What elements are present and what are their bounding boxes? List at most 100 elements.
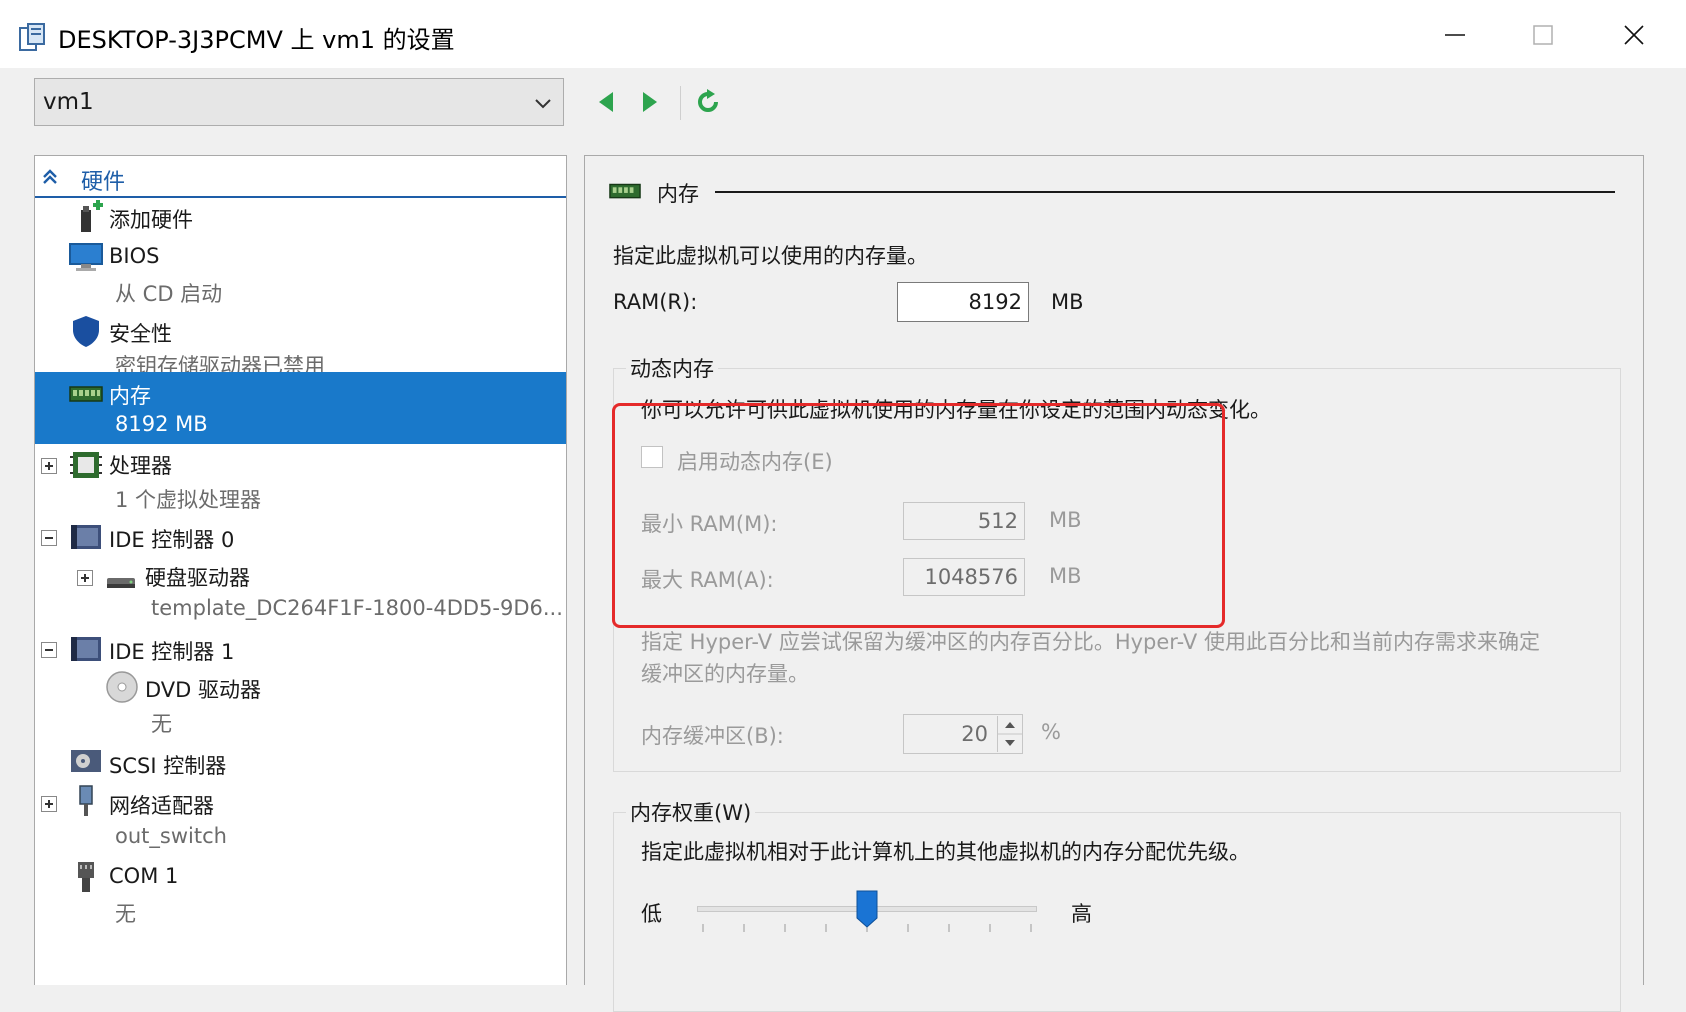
- tree-item-sub: 无: [115, 902, 136, 926]
- tree-header-hardware[interactable]: 硬件: [35, 156, 566, 198]
- dynamic-memory-caption: 动态内存: [626, 353, 718, 383]
- tree-header-label: 硬件: [81, 170, 126, 195]
- collapse-up-icon: [43, 169, 57, 184]
- tree-item-network-adapter[interactable]: 网络适配器 out_switch: [35, 782, 566, 856]
- buffer-spinner-arrows[interactable]: [997, 716, 1022, 752]
- ram-input[interactable]: 8192: [897, 282, 1029, 322]
- refresh-button[interactable]: [690, 84, 726, 120]
- weight-high-label: 高: [1071, 902, 1092, 926]
- ide-controller-icon: [71, 637, 101, 661]
- network-adapter-icon: [79, 785, 93, 816]
- tree-item-memory[interactable]: 内存 8192 MB: [35, 372, 566, 444]
- tree-item-label: 硬盘驱动器: [145, 566, 250, 590]
- dynamic-memory-description: 你可以允许可供此虚拟机使用的内存量在你设定的范围内动态变化。: [641, 398, 1271, 422]
- collapse-toggle[interactable]: [41, 530, 57, 546]
- tree-item-sub: 无: [151, 712, 172, 736]
- min-ram-input[interactable]: 512: [903, 502, 1025, 540]
- maximize-icon: [1533, 25, 1553, 45]
- close-button[interactable]: [1599, 10, 1669, 60]
- tree-item-label: DVD 驱动器: [145, 678, 262, 702]
- tree-item-add-hardware[interactable]: 添加硬件: [35, 198, 566, 236]
- back-arrow-icon: [599, 92, 613, 112]
- shield-icon: [73, 316, 99, 347]
- tree-item-label: 网络适配器: [109, 794, 214, 818]
- settings-panel: 内存 指定此虚拟机可以使用的内存量。 RAM(R): 8192 MB 动态内存 …: [584, 155, 1644, 1012]
- enable-dynamic-memory-label: 启用动态内存(E): [677, 450, 833, 474]
- ram-label: RAM(R):: [613, 290, 698, 314]
- buffer-label: 内存缓冲区(B):: [641, 724, 784, 748]
- tree-item-label: 安全性: [109, 322, 172, 346]
- tree-item-sub: 从 CD 启动: [115, 282, 223, 306]
- add-hardware-icon: [81, 200, 103, 232]
- minimize-icon: [1445, 34, 1465, 36]
- min-ram-label: 最小 RAM(M):: [641, 512, 778, 536]
- memory-icon: [69, 386, 103, 402]
- min-ram-unit: MB: [1049, 508, 1082, 532]
- tree-item-sub: 8192 MB: [115, 412, 208, 436]
- tree-item-bios[interactable]: BIOS 从 CD 启动: [35, 236, 566, 310]
- buffer-unit: %: [1041, 720, 1061, 744]
- tree-item-label: 处理器: [109, 454, 172, 478]
- vm-select[interactable]: vm1: [34, 78, 564, 126]
- memory-description: 指定此虚拟机可以使用的内存量。: [613, 244, 928, 268]
- title-bar: DESKTOP-3J3PCMV 上 vm1 的设置: [0, 0, 1686, 68]
- tree-item-label: 添加硬件: [109, 208, 193, 232]
- dvd-icon: [106, 671, 138, 703]
- tree-item-label: IDE 控制器 0: [109, 528, 235, 552]
- enable-dynamic-memory-checkbox[interactable]: [641, 446, 663, 468]
- expand-toggle[interactable]: [41, 458, 57, 474]
- tree-item-com-1[interactable]: COM 1 无: [35, 856, 566, 930]
- minimize-button[interactable]: [1420, 10, 1490, 60]
- memory-weight-slider-thumb[interactable]: [856, 890, 878, 928]
- ide-controller-icon: [71, 525, 101, 549]
- max-ram-label: 最大 RAM(A):: [641, 568, 774, 592]
- expand-toggle[interactable]: [77, 570, 93, 586]
- slider-thumb-icon: [856, 890, 878, 928]
- ram-unit: MB: [1051, 290, 1084, 314]
- tree-item-sub: out_switch: [115, 824, 227, 848]
- weight-low-label: 低: [641, 902, 662, 926]
- memory-weight-caption: 内存权重(W): [626, 797, 756, 827]
- tree-item-hard-drive[interactable]: 硬盘驱动器 template_DC264F1F-1800-4DD5-9D6...: [35, 556, 566, 630]
- previous-button[interactable]: [588, 84, 624, 120]
- memory-weight-description: 指定此虚拟机相对于此计算机上的其他虚拟机的内存分配优先级。: [641, 840, 1250, 864]
- tree-item-label: IDE 控制器 1: [109, 640, 235, 664]
- hardware-tree[interactable]: 硬件 添加硬件 BIOS 从 CD 启动 安全性 密钥存储驱动器已禁用 内存 8…: [34, 155, 567, 985]
- tree-item-sub: 1 个虚拟处理器: [115, 488, 262, 512]
- tree-item-dvd-drive[interactable]: DVD 驱动器 无: [35, 668, 566, 742]
- com-port-icon: [78, 862, 94, 892]
- refresh-icon: [698, 89, 718, 112]
- tree-item-sub: template_DC264F1F-1800-4DD5-9D6...: [151, 596, 563, 620]
- section-title: 内存: [657, 182, 699, 206]
- maximize-button[interactable]: [1508, 10, 1578, 60]
- toolbar-separator: [680, 86, 681, 120]
- scsi-controller-icon: [71, 750, 101, 772]
- max-ram-input[interactable]: 1048576: [903, 558, 1025, 596]
- memory-icon: [609, 183, 641, 199]
- tree-item-label: BIOS: [109, 244, 160, 268]
- next-button[interactable]: [632, 84, 668, 120]
- monitor-icon: [69, 243, 103, 271]
- tree-item-label: 内存: [109, 384, 151, 408]
- buffer-description-line-2: 缓冲区的内存量。: [641, 662, 809, 686]
- max-ram-unit: MB: [1049, 564, 1082, 588]
- processor-icon: [70, 452, 102, 478]
- vm-select-value: vm1: [43, 89, 94, 115]
- settings-app-icon: [19, 23, 45, 51]
- close-icon: [1624, 25, 1644, 45]
- window-title: DESKTOP-3J3PCMV 上 vm1 的设置: [58, 26, 455, 54]
- forward-arrow-icon: [643, 92, 657, 112]
- tree-item-ide-controller-0[interactable]: IDE 控制器 0: [35, 518, 566, 556]
- tree-item-scsi-controller[interactable]: SCSI 控制器: [35, 742, 566, 782]
- tree-item-label: COM 1: [109, 864, 179, 888]
- section-divider: [715, 191, 1615, 193]
- expand-toggle[interactable]: [41, 796, 57, 812]
- tree-item-processor[interactable]: 处理器 1 个虚拟处理器: [35, 444, 566, 518]
- collapse-toggle[interactable]: [41, 642, 57, 658]
- tree-item-label: SCSI 控制器: [109, 754, 227, 778]
- hard-drive-icon: [107, 578, 135, 588]
- tree-item-ide-controller-1[interactable]: IDE 控制器 1: [35, 630, 566, 668]
- buffer-description-line-1: 指定 Hyper-V 应尝试保留为缓冲区的内存百分比。Hyper-V 使用此百分…: [641, 630, 1540, 654]
- chevron-down-icon: [535, 99, 551, 109]
- spinner-arrows-icon: [998, 722, 1022, 746]
